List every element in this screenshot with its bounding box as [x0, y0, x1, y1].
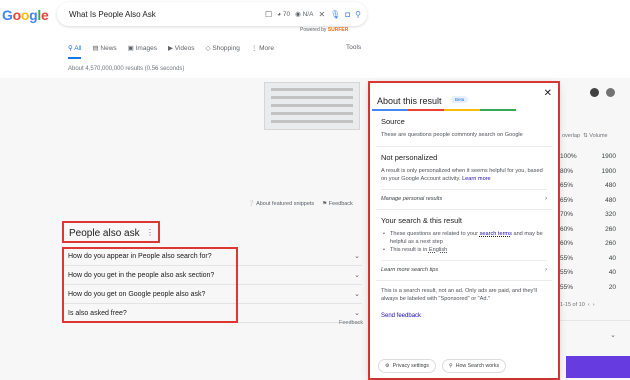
side-table-row: 70% 320: [560, 211, 616, 218]
learn-more-link[interactable]: Learn more: [462, 176, 491, 182]
tab-news[interactable]: ▤ News: [92, 44, 116, 59]
your-search-card: Your search & this result These question…: [376, 210, 552, 281]
paa-feedback-link[interactable]: Feedback: [339, 320, 363, 326]
results-stats: About 4,570,000,000 results (0.56 second…: [68, 66, 185, 72]
your-search-heading: Your search & this result: [381, 216, 463, 225]
tab-images[interactable]: ▣ Images: [128, 44, 157, 59]
tab-all[interactable]: ⚲ All: [68, 44, 82, 59]
search-icon[interactable]: ⚲: [355, 10, 361, 19]
privacy-settings-button[interactable]: ⚙ Privacy settings: [378, 359, 436, 373]
panel-header: About this result Beta ✕: [370, 83, 558, 109]
ad-disclosure-card: This is a search result, not an ad. Only…: [376, 281, 552, 326]
checkbox-icon[interactable]: ☐: [265, 10, 272, 19]
side-table-header: overlap ⇅ Volume: [562, 133, 608, 139]
microphone-icon[interactable]: 🎙︎: [330, 10, 340, 19]
side-table-row: 55% 40: [560, 269, 616, 276]
chevron-right-icon: ›: [545, 196, 547, 202]
about-featured-snippets-link[interactable]: ❔ About featured snippets: [248, 201, 314, 207]
source-text: These are questions people commonly sear…: [381, 132, 523, 138]
side-table-row: 55% 40: [560, 255, 616, 262]
clear-icon[interactable]: ✕: [318, 10, 325, 19]
personalization-heading: Not personalized: [381, 153, 438, 162]
chevron-down-icon: ⌄: [354, 272, 360, 279]
avatar[interactable]: [590, 88, 599, 97]
metric-1: ◕ 70: [277, 10, 291, 18]
side-table-row: 65% 480: [560, 182, 616, 189]
personalization-card: Not personalized A result is only person…: [376, 147, 552, 210]
paa-title: People also ask: [69, 228, 140, 239]
side-pager[interactable]: 1-15 of 10 ‹ ›: [560, 302, 595, 308]
apps-icon[interactable]: [606, 88, 615, 97]
side-expander[interactable]: ⌄: [560, 320, 630, 350]
side-table-row: 60% 260: [560, 240, 616, 247]
side-table-row: 60% 260: [560, 226, 616, 233]
chevron-down-icon: ⌄: [354, 253, 360, 260]
search-icon: ⚲: [448, 363, 453, 369]
panel-footer: ⚙ Privacy settings ⚲ How Search works: [378, 359, 507, 373]
camera-icon[interactable]: ◘: [345, 10, 350, 19]
side-table-row: 80% 1900: [560, 168, 616, 175]
manage-personal-results-link[interactable]: Manage personal results ›: [381, 189, 547, 202]
google-logo[interactable]: Google: [2, 7, 49, 23]
tab-videos[interactable]: ▶ Videos: [168, 44, 195, 59]
ad-disclosure-text: This is a search result, not an ad. Only…: [381, 288, 537, 302]
panel-title: About this result: [377, 96, 442, 106]
metric-2: ◉ N/A: [295, 11, 314, 18]
extension-button[interactable]: [566, 356, 630, 378]
paa-questions-highlight-box: [62, 247, 238, 323]
chevron-down-icon: ⌄: [610, 332, 616, 339]
side-table-row: 100% 1900: [560, 153, 616, 160]
powered-by: Powered by SURFER: [300, 27, 349, 33]
side-table-row: 65% 480: [560, 197, 616, 204]
language-link[interactable]: English: [429, 247, 447, 253]
side-table-row: 55% 20: [560, 284, 616, 291]
snippet-feedback-link[interactable]: ⚑ Feedback: [322, 201, 353, 207]
about-this-result-panel: About this result Beta ✕ Source These ar…: [370, 83, 558, 378]
chevron-down-icon: ⌄: [354, 291, 360, 298]
how-search-works-button[interactable]: ⚲ How Search works: [441, 359, 507, 373]
source-heading: Source: [381, 117, 405, 126]
tools-button[interactable]: Tools: [346, 44, 361, 51]
search-terms-link[interactable]: search terms: [480, 231, 512, 237]
chevron-right-icon: ›: [545, 267, 547, 273]
featured-snippet-thumbnail: [264, 82, 360, 130]
source-card: Source These are questions people common…: [376, 111, 552, 147]
search-bar[interactable]: What Is People Also Ask ☐ ◕ 70 ◉ N/A ✕ 🎙…: [57, 2, 367, 26]
close-icon[interactable]: ✕: [544, 88, 552, 99]
google-color-bar: [372, 109, 516, 111]
language-bullet: This result is in English: [381, 246, 547, 254]
search-tips-link[interactable]: Learn more search tips ›: [381, 260, 547, 273]
tab-more[interactable]: ⋮ More: [251, 44, 274, 59]
more-options-icon[interactable]: ⋮: [146, 228, 154, 237]
send-feedback-link[interactable]: Send feedback: [381, 313, 547, 319]
beta-badge: Beta: [451, 96, 469, 104]
search-terms-bullet: These questions are related to your sear…: [381, 230, 547, 246]
personalization-text: A result is only personalized when it se…: [381, 168, 543, 182]
tab-shopping[interactable]: ◇ Shopping: [206, 44, 240, 59]
search-input[interactable]: What Is People Also Ask: [69, 10, 260, 19]
snippet-footer: ❔ About featured snippets ⚑ Feedback: [248, 201, 353, 207]
chevron-down-icon: ⌄: [354, 310, 360, 317]
search-tabs: ⚲ All ▤ News ▣ Images ▶ Videos ◇ Shoppin…: [68, 44, 274, 59]
gear-icon: ⚙: [385, 363, 390, 369]
